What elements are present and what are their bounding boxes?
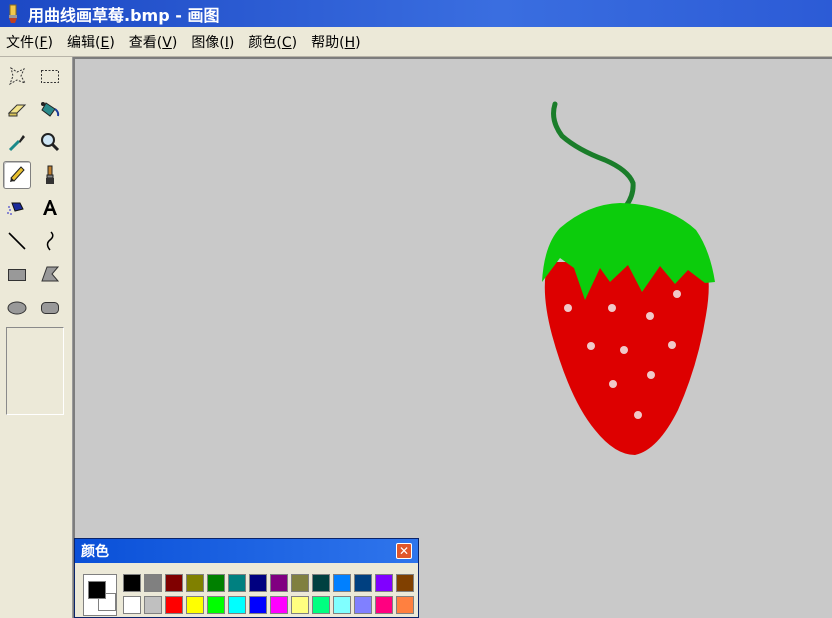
airbrush-tool[interactable] — [3, 194, 31, 222]
curve-icon — [46, 231, 54, 251]
canvas-workspace[interactable] — [73, 57, 832, 618]
rounded-rectangle-icon — [41, 302, 59, 314]
toolbox — [0, 57, 73, 618]
palette-title-bar[interactable]: 颜色 ✕ — [75, 539, 418, 563]
color-picker-tool[interactable] — [3, 128, 31, 156]
color-swatch[interactable] — [375, 574, 393, 592]
color-swatch[interactable] — [186, 574, 204, 592]
menu-image[interactable]: 图像(I) — [185, 32, 242, 52]
drawing-canvas[interactable] — [75, 59, 832, 618]
color-swatch[interactable] — [312, 574, 330, 592]
color-palette-window[interactable]: 颜色 ✕ — [74, 538, 419, 618]
color-swatch[interactable] — [312, 596, 330, 614]
strawberry-body — [544, 262, 709, 455]
color-swatch[interactable] — [333, 596, 351, 614]
palette-title: 颜色 — [81, 544, 109, 560]
color-swatch[interactable] — [123, 596, 141, 614]
color-swatch[interactable] — [144, 596, 162, 614]
polygon-icon — [41, 266, 60, 282]
strawberry-stem — [551, 101, 636, 209]
airbrush-icon — [7, 202, 24, 215]
current-colors-box[interactable] — [83, 574, 117, 616]
color-swatch[interactable] — [396, 574, 414, 592]
color-swatch[interactable] — [249, 574, 267, 592]
text-icon — [43, 200, 57, 215]
color-swatch[interactable] — [333, 574, 351, 592]
menu-colors[interactable]: 颜色(C) — [242, 32, 305, 52]
menu-file[interactable]: 文件(F) — [0, 32, 61, 52]
window-title: 用曲线画草莓.bmp - 画图 — [28, 5, 220, 25]
brush-icon — [46, 165, 54, 184]
eraser-icon — [7, 104, 27, 117]
rect-select-icon — [41, 70, 59, 83]
free-select-icon — [9, 66, 27, 86]
color-swatch[interactable] — [207, 574, 225, 592]
brush-tool[interactable] — [36, 161, 64, 189]
text-tool[interactable] — [36, 194, 64, 222]
rounded-rectangle-tool[interactable] — [36, 293, 64, 321]
color-swatch[interactable] — [354, 574, 372, 592]
color-swatch[interactable] — [228, 596, 246, 614]
eraser-tool[interactable] — [3, 95, 31, 123]
color-swatch[interactable] — [270, 596, 288, 614]
color-swatch[interactable] — [228, 574, 246, 592]
pencil-icon — [10, 166, 25, 182]
free-select-tool[interactable] — [3, 62, 31, 90]
eyedropper-icon — [8, 135, 25, 152]
line-icon — [8, 232, 26, 250]
paint-app-icon[interactable] — [4, 4, 22, 24]
title-bar[interactable]: 用曲线画草莓.bmp - 画图 — [0, 0, 832, 27]
menu-edit[interactable]: 编辑(E) — [61, 32, 123, 52]
color-swatch[interactable] — [354, 596, 372, 614]
palette-close-button[interactable]: ✕ — [396, 543, 412, 559]
color-swatch[interactable] — [207, 596, 225, 614]
foreground-color-swatch[interactable] — [88, 581, 106, 599]
pencil-tool[interactable] — [3, 161, 31, 189]
menu-help[interactable]: 帮助(H) — [305, 32, 368, 52]
color-swatch[interactable] — [165, 574, 183, 592]
color-swatch[interactable] — [249, 596, 267, 614]
rectangle-tool[interactable] — [3, 260, 31, 288]
color-swatch[interactable] — [396, 596, 414, 614]
ellipse-icon — [7, 301, 27, 315]
menu-view[interactable]: 查看(V) — [123, 32, 186, 52]
fill-tool[interactable] — [36, 95, 64, 123]
color-swatch[interactable] — [144, 574, 162, 592]
color-swatch[interactable] — [375, 596, 393, 614]
magnifier-icon — [41, 133, 60, 152]
color-swatch[interactable] — [270, 574, 288, 592]
polygon-tool[interactable] — [36, 260, 64, 288]
color-swatches — [123, 574, 414, 618]
menu-bar: 文件(F) 编辑(E) 查看(V) 图像(I) 颜色(C) 帮助(H) — [0, 27, 832, 57]
rectangle-icon — [8, 269, 26, 281]
color-swatch[interactable] — [123, 574, 141, 592]
rect-select-tool[interactable] — [36, 62, 64, 90]
line-tool[interactable] — [3, 227, 31, 255]
color-swatch[interactable] — [165, 596, 183, 614]
curve-tool[interactable] — [36, 227, 64, 255]
magnifier-tool[interactable] — [36, 128, 64, 156]
ellipse-tool[interactable] — [3, 293, 31, 321]
paint-bucket-icon — [41, 102, 60, 117]
color-swatch[interactable] — [291, 596, 309, 614]
color-swatch[interactable] — [291, 574, 309, 592]
tool-options-panel[interactable] — [6, 327, 64, 415]
color-swatch[interactable] — [186, 596, 204, 614]
